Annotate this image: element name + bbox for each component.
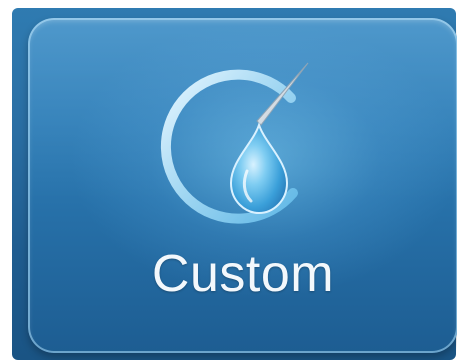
custom-water-drop-icon <box>153 43 333 243</box>
drop-shape <box>229 121 289 215</box>
screen: Custom <box>0 0 457 360</box>
custom-mode-button[interactable]: Custom <box>28 18 457 353</box>
needle-shape <box>256 62 309 126</box>
custom-label: Custom <box>151 245 335 303</box>
